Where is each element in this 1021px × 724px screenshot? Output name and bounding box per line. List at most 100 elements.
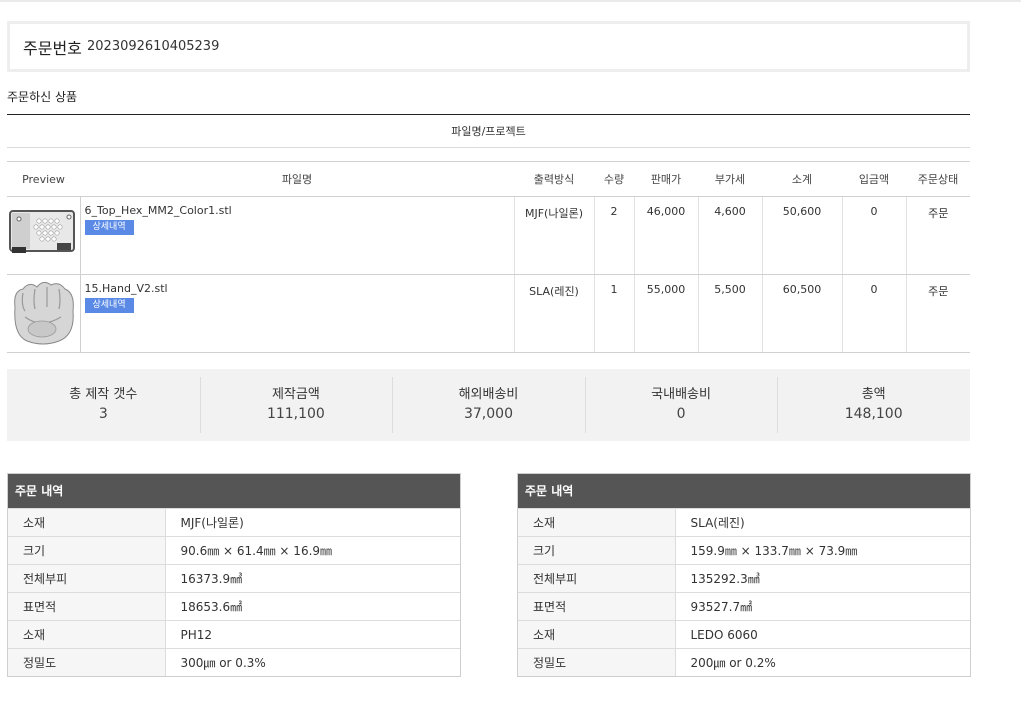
summary-grand-total: 총액 148,100 bbox=[777, 369, 970, 441]
order-number-value: 2023092610405239 bbox=[87, 39, 220, 54]
order-detail-title: 주문 내역 bbox=[518, 474, 970, 508]
table-row: 전체부피 135292.3㎣ bbox=[518, 564, 970, 593]
detail-key: 소재 bbox=[8, 508, 166, 537]
col-header-subtotal: 소계 bbox=[762, 161, 842, 197]
detail-value: 300㎛ or 0.3% bbox=[165, 648, 460, 676]
summary-domestic-shipping: 국내배송비 0 bbox=[584, 369, 778, 441]
price-cell: 55,000 bbox=[634, 274, 699, 353]
hand-preview-icon[interactable] bbox=[7, 277, 77, 347]
table-row: 크기 90.6㎜ × 61.4㎜ × 16.9㎜ bbox=[8, 536, 460, 565]
method-cell: SLA(레진) bbox=[514, 274, 595, 353]
detail-key: 크기 bbox=[8, 536, 166, 565]
summary-value: 0 bbox=[676, 406, 686, 422]
hex-plate-preview-icon[interactable] bbox=[7, 199, 77, 269]
col-header-preview: Preview bbox=[7, 161, 80, 197]
method-cell: MJF(나일론) bbox=[514, 196, 595, 275]
summary-total-count: 총 제작 갯수 3 bbox=[7, 369, 200, 441]
summary-value: 3 bbox=[98, 406, 108, 422]
qty-cell: 1 bbox=[594, 274, 635, 353]
order-detail-title: 주문 내역 bbox=[8, 474, 460, 508]
summary-label: 국내배송비 bbox=[651, 387, 711, 402]
detail-value: 18653.6㎟ bbox=[165, 592, 460, 621]
summary-value: 111,100 bbox=[266, 406, 325, 422]
vat-cell: 4,600 bbox=[698, 196, 763, 275]
section-divider bbox=[7, 114, 970, 115]
col-header-qty: 수량 bbox=[594, 161, 634, 197]
detail-key: 표면적 bbox=[8, 592, 166, 621]
table-row: 크기 159.9㎜ × 133.7㎜ × 73.9㎜ bbox=[518, 536, 970, 565]
status-cell: 주문 bbox=[906, 196, 970, 275]
col-header-vat: 부가세 bbox=[698, 161, 762, 197]
order-detail-table-2: 주문 내역 소재 SLA(레진) 크기 159.9㎜ × 133.7㎜ × 73.9… bbox=[517, 473, 971, 677]
col-header-price: 판매가 bbox=[634, 161, 698, 197]
summary-value: 148,100 bbox=[844, 406, 903, 422]
table-header-row: Preview 파일명 출력방식 수량 판매가 부가세 소계 입금액 주문상태 bbox=[7, 161, 970, 197]
table-row: 정밀도 300㎛ or 0.3% bbox=[8, 648, 460, 676]
order-number-box: 주문번호 2023092610405239 bbox=[7, 21, 970, 72]
detail-value: 159.9㎜ × 133.7㎜ × 73.9㎜ bbox=[675, 536, 970, 565]
subtotal-cell: 60,500 bbox=[762, 274, 843, 353]
table-row: 전체부피 16373.9㎣ bbox=[8, 564, 460, 593]
summary-production-cost: 제작금액 111,100 bbox=[199, 369, 393, 441]
detail-key: 전체부피 bbox=[8, 564, 166, 593]
preview-cell bbox=[7, 196, 81, 275]
detail-key: 소재 bbox=[518, 508, 676, 537]
detail-key: 정밀도 bbox=[518, 648, 676, 676]
order-number-label: 주문번호 bbox=[23, 39, 82, 58]
paid-cell: 0 bbox=[842, 274, 907, 353]
order-detail-table-1: 주문 내역 소재 MJF(나일론) 크기 90.6㎜ × 61.4㎜ × 16.9㎜… bbox=[7, 473, 461, 677]
status-cell: 주문 bbox=[906, 274, 970, 353]
detail-value: 93527.7㎟ bbox=[675, 592, 970, 621]
summary-overseas-shipping: 해외배송비 37,000 bbox=[392, 369, 585, 441]
summary-label: 제작금액 bbox=[271, 387, 320, 402]
top-divider bbox=[0, 0, 1021, 2]
price-cell: 46,000 bbox=[634, 196, 699, 275]
detail-key: 전체부피 bbox=[518, 564, 676, 593]
project-divider bbox=[7, 147, 970, 148]
preview-cell bbox=[7, 274, 81, 353]
detail-value: 135292.3㎣ bbox=[675, 564, 970, 593]
order-items-table: Preview 파일명 출력방식 수량 판매가 부가세 소계 입금액 주문상태 bbox=[7, 161, 970, 353]
file-name: 15.Hand_V2.stl bbox=[84, 282, 168, 295]
table-row: 표면적 93527.7㎟ bbox=[518, 592, 970, 621]
detail-button[interactable]: 상세내역 bbox=[84, 220, 134, 235]
col-header-method: 출력방식 bbox=[514, 161, 594, 197]
ordered-products-title: 주문하신 상품 bbox=[7, 90, 78, 104]
table-row: 정밀도 200㎛ or 0.2% bbox=[518, 648, 970, 676]
paid-cell: 0 bbox=[842, 196, 907, 275]
table-row: 소재 SLA(레진) bbox=[518, 508, 970, 537]
table-row: 소재 MJF(나일론) bbox=[8, 508, 460, 537]
filename-project-label: 파일명/프로젝트 bbox=[451, 125, 526, 138]
detail-value: 90.6㎜ × 61.4㎜ × 16.9㎜ bbox=[165, 536, 460, 565]
detail-button[interactable]: 상세내역 bbox=[84, 298, 134, 313]
summary-label: 해외배송비 bbox=[458, 387, 519, 402]
col-header-paid: 입금액 bbox=[842, 161, 906, 197]
vat-cell: 5,500 bbox=[698, 274, 763, 353]
detail-value: SLA(레진) bbox=[675, 508, 970, 537]
detail-value: LEDO 6060 bbox=[675, 620, 970, 649]
subtotal-cell: 50,600 bbox=[762, 196, 843, 275]
summary-value: 37,000 bbox=[463, 406, 513, 422]
filename-cell: 15.Hand_V2.stl 상세내역 bbox=[80, 274, 515, 353]
detail-key: 크기 bbox=[518, 536, 676, 565]
table-row: 소재 PH12 bbox=[8, 620, 460, 649]
summary-label: 총 제작 갯수 bbox=[69, 387, 138, 402]
detail-value: MJF(나일론) bbox=[165, 508, 460, 537]
detail-value: 16373.9㎣ bbox=[165, 564, 460, 593]
order-summary-bar: 총 제작 갯수 3 제작금액 111,100 해외배송비 37,000 국내배송… bbox=[7, 369, 970, 441]
detail-value: PH12 bbox=[165, 620, 460, 649]
table-row: 표면적 18653.6㎟ bbox=[8, 592, 460, 621]
detail-key: 소재 bbox=[8, 620, 166, 649]
filename-cell: 6_Top_Hex_MM2_Color1.stl 상세내역 bbox=[80, 196, 515, 275]
detail-key: 정밀도 bbox=[8, 648, 166, 676]
file-name: 6_Top_Hex_MM2_Color1.stl bbox=[84, 204, 232, 217]
table-row: 6_Top_Hex_MM2_Color1.stl 상세내역 MJF(나일론) 2… bbox=[7, 196, 970, 275]
table-row: 소재 LEDO 6060 bbox=[518, 620, 970, 649]
col-header-status: 주문상태 bbox=[906, 161, 970, 197]
summary-label: 총액 bbox=[861, 387, 886, 402]
qty-cell: 2 bbox=[594, 196, 635, 275]
detail-value: 200㎛ or 0.2% bbox=[675, 648, 970, 676]
detail-key: 소재 bbox=[518, 620, 676, 649]
detail-key: 표면적 bbox=[518, 592, 676, 621]
col-header-filename: 파일명 bbox=[80, 161, 514, 197]
